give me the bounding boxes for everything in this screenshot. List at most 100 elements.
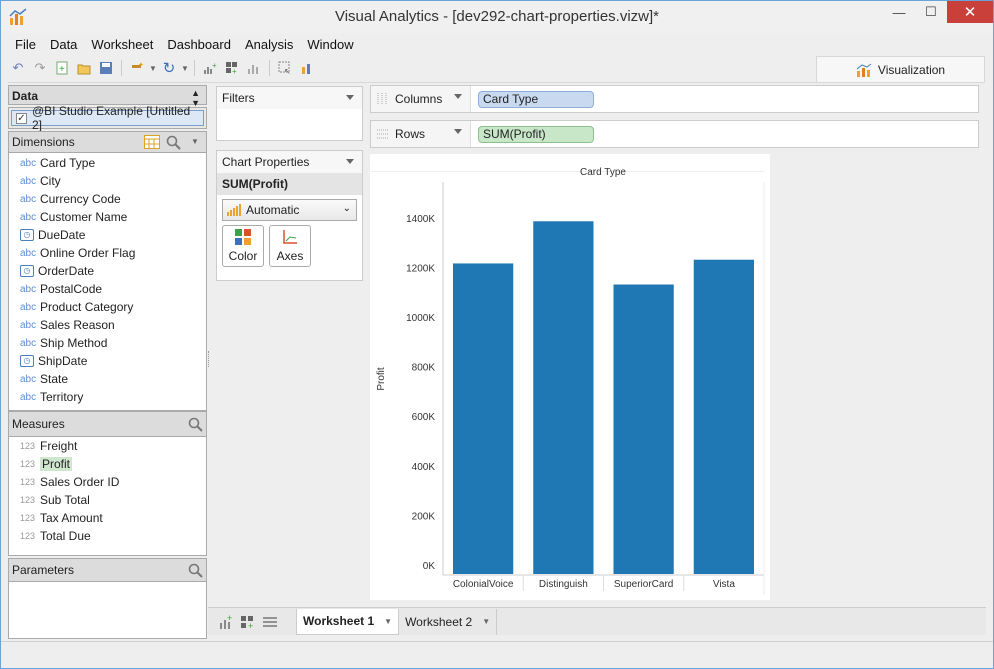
rows-pill[interactable]: SUM(Profit) [478, 125, 594, 143]
list-item[interactable]: abc Sales Reason [9, 316, 206, 334]
bar[interactable] [533, 221, 594, 574]
color-palette-icon [235, 229, 251, 245]
list-item[interactable]: 123 Tax Amount [9, 509, 206, 527]
list-item[interactable]: abc Online Order Flag [9, 244, 206, 262]
field-label: Currency Code [40, 192, 121, 206]
columns-pill[interactable]: Card Type [478, 90, 594, 108]
bar[interactable] [453, 263, 514, 574]
search-icon[interactable] [188, 563, 204, 579]
search-icon[interactable] [166, 135, 182, 151]
color-label: Color [228, 249, 258, 263]
y-tick-label: 200K [412, 511, 436, 522]
list-item[interactable]: abc Territory [9, 388, 206, 406]
tab-worksheet-1[interactable]: Worksheet 1 ▼ [296, 608, 400, 635]
measure-tab[interactable]: SUM(Profit) [217, 173, 362, 195]
minimize-button[interactable]: — [883, 1, 915, 23]
undo-icon[interactable]: ↶ [8, 58, 28, 78]
toolbar: ↶ ↷ + ✦ ▼ ↻ ▼ + + ↖ [8, 57, 317, 79]
string-type-icon: abc [20, 337, 37, 349]
new-icon[interactable]: + [52, 58, 72, 78]
list-item[interactable]: abc State [9, 370, 206, 388]
filters-card[interactable]: Filters [216, 86, 363, 141]
menu-file[interactable]: File [8, 34, 43, 56]
add-worksheet-icon[interactable]: + [218, 614, 234, 630]
parameters-header: Parameters [8, 558, 207, 582]
tab-worksheet-2[interactable]: Worksheet 2 ▼ [399, 608, 498, 635]
add-chart-icon[interactable]: + [200, 58, 220, 78]
number-type-icon: 123 [20, 495, 36, 505]
dimensions-list: abc Card Type abc City abc Currency Code abc Cu… [8, 153, 207, 411]
axes-icon [283, 230, 297, 244]
menu-dashboard[interactable]: Dashboard [160, 34, 238, 56]
maximize-button[interactable]: ☐ [915, 1, 947, 23]
data-source-selector[interactable]: ✓ @BI Studio Example [Untitled 2] [8, 104, 207, 132]
filters-label: Filters [222, 91, 255, 105]
list-item[interactable]: 123 Total Due [9, 527, 206, 545]
panel-splitter[interactable] [208, 351, 210, 367]
search-icon[interactable] [188, 417, 204, 433]
close-button[interactable]: ✕ [947, 1, 993, 23]
bar[interactable] [613, 284, 674, 574]
list-item[interactable]: 123 Sales Order ID [9, 473, 206, 491]
chevron-down-icon[interactable]: ▼ [149, 58, 157, 78]
field-label: Sales Reason [40, 318, 115, 332]
refresh-icon[interactable]: ↻ [159, 58, 179, 78]
bar[interactable] [693, 259, 754, 574]
list-icon[interactable] [262, 614, 278, 630]
mark-type-select[interactable]: Automatic ⌄ [222, 199, 357, 221]
menu-window[interactable]: Window [300, 34, 360, 56]
list-item[interactable]: 123 Freight [9, 437, 206, 455]
menu-analysis[interactable]: Analysis [238, 34, 300, 56]
redo-icon[interactable]: ↷ [30, 58, 50, 78]
add-dashboard-icon[interactable]: + [222, 58, 242, 78]
columns-shelf[interactable]: Columns Card Type [370, 85, 979, 113]
list-item[interactable]: 123 Sub Total [9, 491, 206, 509]
chevron-down-icon[interactable] [454, 94, 462, 99]
list-item[interactable]: abc Customer Name [9, 208, 206, 226]
chart-title: Card Type [580, 167, 626, 178]
list-item[interactable]: abc Product Category [9, 298, 206, 316]
list-item[interactable]: abc PostalCode [9, 280, 206, 298]
y-tick-label: 0K [423, 561, 436, 572]
menu-worksheet[interactable]: Worksheet [84, 34, 160, 56]
menu-data[interactable]: Data [43, 34, 84, 56]
tab-visualization[interactable]: Visualization [816, 56, 985, 82]
list-item[interactable]: 123 Profit [9, 455, 206, 473]
title-bar: Visual Analytics - [dev292-chart-propert… [1, 1, 993, 33]
field-label: Freight [40, 439, 78, 453]
chevron-down-icon[interactable] [346, 159, 354, 164]
axes-label: Axes [276, 249, 304, 263]
list-item[interactable]: ◷ DueDate [9, 226, 206, 244]
color-button[interactable]: Color [222, 225, 264, 267]
chevron-down-icon[interactable]: ▼ [384, 617, 392, 626]
save-icon[interactable] [96, 58, 116, 78]
list-item[interactable]: abc Ship Method [9, 334, 206, 352]
add-dashboard-icon[interactable]: + [240, 614, 256, 630]
chevron-down-icon[interactable]: ▼ [181, 58, 189, 78]
table-icon[interactable] [144, 135, 160, 149]
list-item[interactable]: abc Card Type [9, 154, 206, 172]
x-tick-label: SuperiorCard [614, 579, 673, 590]
chevron-down-icon[interactable]: ▼ [191, 137, 199, 146]
data-source-name: @BI Studio Example [Untitled 2] [31, 104, 191, 132]
string-type-icon: abc [20, 319, 37, 331]
list-item[interactable]: abc Currency Code [9, 190, 206, 208]
list-item[interactable]: ◷ OrderDate [9, 262, 206, 280]
select-icon[interactable]: ↖ [275, 58, 295, 78]
bar-chart-icon[interactable] [244, 58, 264, 78]
svg-text:+: + [59, 64, 65, 75]
list-item[interactable]: abc City [9, 172, 206, 190]
axes-button[interactable]: Axes [269, 225, 311, 267]
list-item[interactable]: ◷ ShipDate [9, 352, 206, 370]
chevron-down-icon[interactable]: ▼ [482, 617, 490, 626]
chevron-down-icon[interactable] [346, 95, 354, 100]
checkbox-icon[interactable]: ✓ [16, 112, 27, 124]
rows-shelf[interactable]: Rows SUM(Profit) [370, 120, 979, 148]
data-panel-header[interactable]: Data ▲ ▼ [8, 85, 207, 108]
chevron-down-icon[interactable] [454, 129, 462, 134]
string-type-icon: abc [20, 247, 37, 259]
open-folder-icon[interactable] [74, 58, 94, 78]
swap-axes-icon[interactable] [297, 58, 317, 78]
wand-icon[interactable]: ✦ [127, 58, 147, 78]
chart-top-border [370, 171, 765, 172]
